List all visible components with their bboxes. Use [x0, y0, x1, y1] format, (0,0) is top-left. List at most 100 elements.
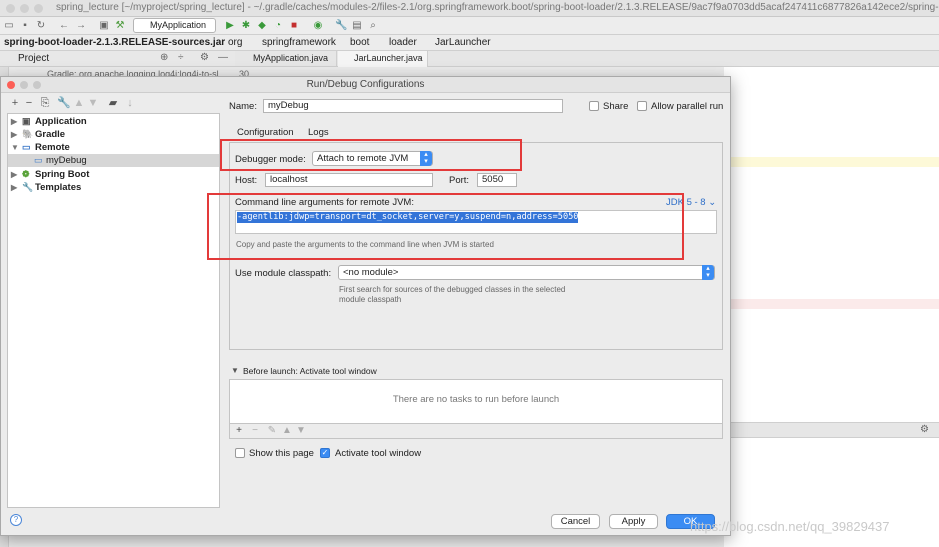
update-icon[interactable]: ◉	[312, 20, 324, 32]
tree-node-label: Application	[35, 116, 87, 127]
expand-arrow-icon[interactable]: ▶	[11, 115, 17, 128]
open-folder-icon[interactable]: ▭	[3, 20, 15, 32]
tab-myapplication[interactable]: MyApplication.java	[237, 51, 337, 67]
project-structure-icon[interactable]: ▤	[351, 20, 363, 32]
apply-button[interactable]: Apply	[609, 514, 658, 529]
breadcrumb-jarlauncher[interactable]: JarLauncher	[435, 37, 491, 48]
module-hint-line1: First search for sources of the debugged…	[339, 285, 566, 294]
add-icon[interactable]: +	[233, 425, 245, 436]
project-panel-label[interactable]: Project	[18, 53, 49, 64]
share-checkbox[interactable]	[589, 101, 599, 111]
stop-icon[interactable]: ■	[288, 20, 300, 32]
search-icon[interactable]: ⌕	[367, 20, 379, 32]
ide-toolbar: ▭ ▪ ↻ ← → ▣ ⚒ MyApplication ▶ ✱ ◆ ◔ ■ ◉ …	[0, 17, 939, 35]
tree-node-mydebug[interactable]: ▭ myDebug	[8, 154, 219, 167]
tab-jarlauncher-label: JarLauncher.java	[354, 53, 423, 63]
add-icon[interactable]: +	[9, 97, 21, 110]
port-field[interactable]: 5050	[477, 173, 517, 187]
show-page-checkbox[interactable]	[235, 448, 245, 458]
breadcrumb-jar[interactable]: spring-boot-loader-2.1.3.RELEASE-sources…	[4, 37, 225, 48]
editor-tabs-bar: MyApplication.java JarLauncher.java ×	[235, 51, 939, 67]
before-launch-list[interactable]: There are no tasks to run before launch	[229, 379, 723, 424]
help-icon[interactable]: ?	[10, 514, 22, 526]
profile-icon[interactable]: ◔	[272, 20, 284, 32]
activate-tool-window-label: Activate tool window	[335, 448, 422, 459]
name-field[interactable]: myDebug	[263, 99, 563, 113]
before-launch-label: Before launch: Activate tool window	[243, 366, 377, 376]
collapse-arrow-icon[interactable]: ▼	[231, 366, 239, 375]
before-launch-toolbar: + − ✎ ▲ ▼	[229, 424, 723, 439]
coverage-icon[interactable]: ◆	[256, 20, 268, 32]
move-down-icon[interactable]: ▼	[295, 425, 307, 436]
breadcrumb-springframework[interactable]: springframework	[262, 37, 336, 48]
tree-node-spring-boot[interactable]: ▶ ❁ Spring Boot	[8, 168, 219, 181]
tree-node-remote[interactable]: ▼ ▭ Remote	[8, 141, 219, 154]
save-icon[interactable]: ▪	[19, 20, 31, 32]
run-config-file-icon[interactable]: ▣	[98, 20, 110, 32]
show-page-label: Show this page	[249, 448, 314, 459]
close-window-button[interactable]	[6, 4, 15, 13]
tree-node-label: myDebug	[46, 155, 87, 166]
hide-icon[interactable]: —	[218, 52, 228, 63]
back-icon[interactable]: ←	[58, 20, 70, 32]
gradle-icon: 🐘	[22, 129, 34, 139]
ide-window-title: spring_lecture [~/myproject/spring_lectu…	[56, 2, 939, 13]
module-classpath-select[interactable]: <no module> ▴ ▾	[338, 265, 715, 280]
host-field[interactable]: localhost	[265, 173, 433, 187]
forward-icon[interactable]: →	[75, 20, 87, 32]
collapse-arrow-icon[interactable]: ▼	[11, 141, 19, 154]
build-hammer-icon[interactable]: ⚒	[114, 20, 126, 32]
tree-toolbar: + − ⎘ 🔧 ▲ ▼ ▰ ↓	[7, 97, 219, 111]
collapse-icon[interactable]: ÷	[178, 52, 184, 63]
tree-node-gradle[interactable]: ▶ 🐘 Gradle	[8, 128, 219, 141]
edit-icon[interactable]: ✎	[266, 425, 278, 436]
sort-icon[interactable]: ↓	[124, 97, 136, 110]
expand-arrow-icon[interactable]: ▶	[11, 181, 17, 194]
watermark: https://blog.csdn.net/qq_39829437	[690, 519, 890, 534]
remote-config-icon: ▭	[34, 155, 43, 165]
tree-node-label: Remote	[35, 142, 70, 153]
activate-tool-window-checkbox[interactable]: ✓	[320, 448, 330, 458]
dialog-title-bar: Run/Debug Configurations	[1, 77, 730, 93]
tab-configuration[interactable]: Configuration	[237, 127, 294, 138]
wrench-icon[interactable]: 🔧	[57, 97, 71, 110]
tab-logs[interactable]: Logs	[308, 127, 329, 138]
gear-icon[interactable]: ⚙	[200, 52, 209, 63]
expand-arrow-icon[interactable]: ▶	[11, 168, 17, 181]
breadcrumb-boot[interactable]: boot	[350, 37, 369, 48]
run-icon[interactable]: ▶	[224, 20, 236, 32]
remove-icon[interactable]: −	[23, 97, 35, 110]
module-classpath-value: <no module>	[343, 267, 399, 278]
folder-icon[interactable]: ▰	[107, 97, 119, 110]
tab-jarlauncher[interactable]: JarLauncher.java ×	[338, 51, 428, 67]
chevron-down-icon: ⌄	[708, 197, 717, 208]
cancel-button[interactable]: Cancel	[551, 514, 600, 529]
tree-node-templates[interactable]: ▶ 🔧 Templates	[8, 181, 219, 194]
move-up-icon[interactable]: ▲	[73, 97, 85, 110]
locate-icon[interactable]: ⊕	[160, 52, 168, 63]
tree-node-application[interactable]: ▶ ▣ Application	[8, 115, 219, 128]
move-up-icon[interactable]: ▲	[281, 425, 293, 436]
gear-icon[interactable]: ⚙	[920, 424, 929, 435]
settings-icon[interactable]: 🔧	[335, 20, 347, 32]
breadcrumb-org[interactable]: org	[228, 37, 242, 48]
remove-icon[interactable]: −	[249, 425, 261, 436]
code-editor[interactable]	[724, 67, 939, 547]
chevron-updown-icon: ▴ ▾	[702, 265, 714, 280]
close-tab-icon[interactable]: ×	[417, 51, 422, 66]
run-config-label: MyApplication	[150, 20, 207, 30]
spring-boot-icon: ❁	[22, 169, 30, 179]
run-configuration-combo[interactable]: MyApplication	[133, 18, 216, 33]
move-down-icon[interactable]: ▼	[87, 97, 99, 110]
copy-icon[interactable]: ⎘	[39, 97, 51, 110]
sync-icon[interactable]: ↻	[35, 20, 47, 32]
breadcrumb-loader[interactable]: loader	[389, 37, 417, 48]
allow-parallel-checkbox[interactable]	[637, 101, 647, 111]
tree-node-label: Spring Boot	[35, 169, 90, 180]
expand-arrow-icon[interactable]: ▶	[11, 128, 17, 141]
debug-icon[interactable]: ✱	[240, 20, 252, 32]
configuration-tree: ▶ ▣ Application ▶ 🐘 Gradle ▼ ▭ Remote ▭ …	[7, 113, 220, 508]
minimize-window-button[interactable]	[20, 4, 29, 13]
zoom-window-button[interactable]	[34, 4, 43, 13]
tree-node-label: Templates	[35, 182, 82, 193]
